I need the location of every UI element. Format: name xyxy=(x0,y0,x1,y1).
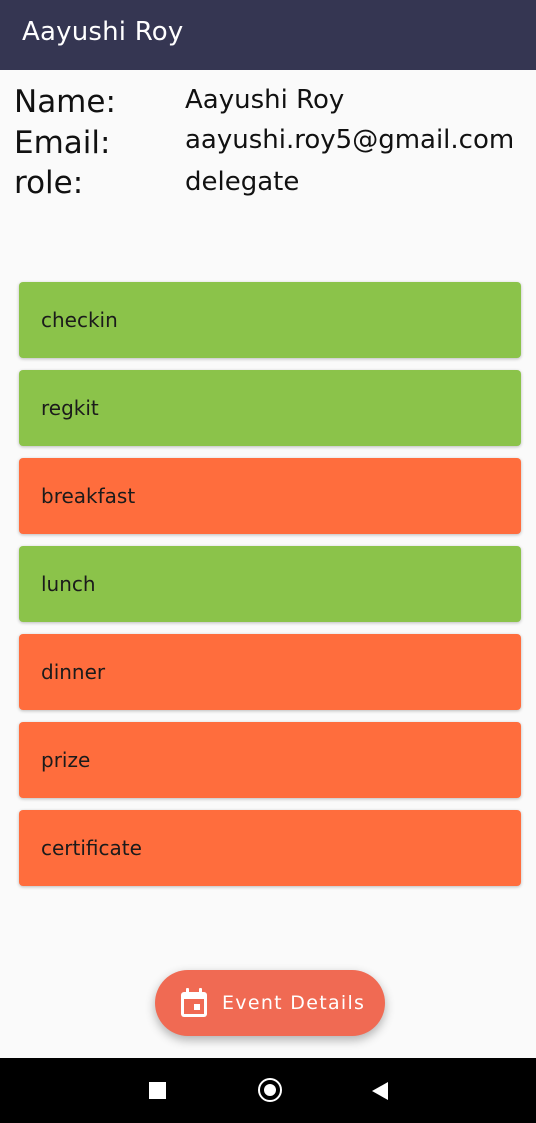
email-label: Email: xyxy=(14,125,111,161)
home-icon-dot xyxy=(264,1084,276,1096)
app-bar: Aayushi Roy xyxy=(0,0,536,70)
item-certificate[interactable]: certificate xyxy=(19,810,521,886)
event-item-list: checkin regkit breakfast lunch dinner pr… xyxy=(19,282,521,898)
item-lunch[interactable]: lunch xyxy=(19,546,521,622)
item-label: breakfast xyxy=(41,484,136,508)
item-breakfast[interactable]: breakfast xyxy=(19,458,521,534)
item-label: dinner xyxy=(41,660,106,684)
item-label: regkit xyxy=(41,396,99,420)
item-label: certificate xyxy=(41,836,142,860)
app-bar-title: Aayushi Roy xyxy=(22,17,184,47)
role-label: role: xyxy=(14,165,84,201)
recents-icon[interactable] xyxy=(149,1082,166,1099)
name-label: Name: xyxy=(14,84,116,120)
event-details-button[interactable]: Event Details xyxy=(155,970,385,1036)
system-nav-bar xyxy=(0,1058,536,1123)
event-details-label: Event Details xyxy=(222,992,366,1014)
calendar-icon xyxy=(181,988,207,1017)
home-icon[interactable] xyxy=(258,1078,282,1102)
item-label: prize xyxy=(41,748,91,772)
item-label: checkin xyxy=(41,308,118,332)
item-dinner[interactable]: dinner xyxy=(19,634,521,710)
item-prize[interactable]: prize xyxy=(19,722,521,798)
email-value: aayushi.roy5@gmail.com xyxy=(185,125,515,155)
role-value: delegate xyxy=(185,167,300,197)
name-value: Aayushi Roy xyxy=(185,85,345,115)
item-label: lunch xyxy=(41,572,96,596)
item-checkin[interactable]: checkin xyxy=(19,282,521,358)
item-regkit[interactable]: regkit xyxy=(19,370,521,446)
back-icon[interactable] xyxy=(372,1082,388,1100)
